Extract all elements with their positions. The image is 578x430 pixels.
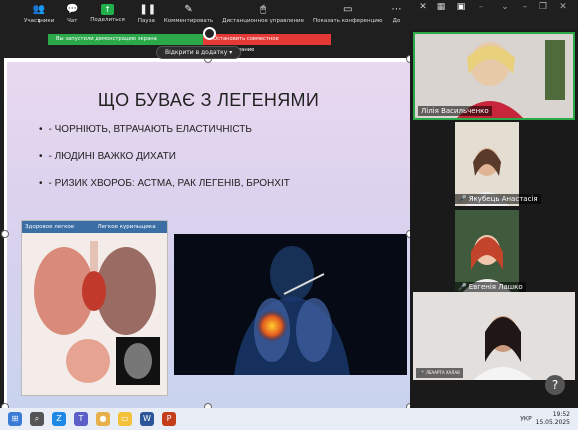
- folder-icon[interactable]: ▭: [118, 412, 132, 426]
- pause-button[interactable]: ❚❚ Пауза: [137, 4, 157, 24]
- remote-control-button[interactable]: 🖱 Дистанционное управление: [222, 4, 304, 24]
- participant-name-text: Якубець Анастасія: [468, 195, 538, 203]
- lungs-comparison-image: Здоровое легкое Легкое курильщика: [21, 220, 168, 396]
- participant-name: 🎤 ЛЕААРТА ХАЛАВ: [416, 368, 463, 378]
- powerpoint-icon[interactable]: P: [162, 412, 176, 426]
- pause-icon: ❚❚: [139, 4, 157, 15]
- participant-name-row: 🎤 Якубець Анастасія: [413, 192, 575, 204]
- more-icon: ⋯: [391, 4, 402, 15]
- more-button[interactable]: ⋯ До: [390, 4, 404, 24]
- show-conference-label: Показать конференцию: [313, 18, 383, 24]
- smoker-lungs-image: [174, 234, 407, 375]
- minimize-icon[interactable]: –: [474, 2, 488, 14]
- more-label: До: [392, 18, 401, 24]
- stop-sharing-button[interactable]: Остановить совместное использование: [203, 34, 331, 53]
- pause-label: Пауза: [137, 18, 155, 24]
- chrome-icon[interactable]: ●: [96, 412, 110, 426]
- annotate-button[interactable]: ✎ Комментировать: [164, 4, 213, 24]
- participants-panel: Лілія Васильченко 🎤 Якубець Анастасія 🎤 Ев…: [410, 30, 578, 408]
- muted-mic-icon: 🎤: [419, 370, 424, 375]
- chevron-down-icon[interactable]: ⌄: [498, 2, 512, 14]
- muted-mic-icon: 🎤: [458, 195, 467, 203]
- clock: 19:52 15.05.2025: [536, 411, 570, 427]
- lungs-illustration: [34, 241, 160, 385]
- video-icon: ▭: [343, 4, 353, 15]
- view-icon[interactable]: ▣: [454, 2, 468, 14]
- close-window-icon[interactable]: ✕: [556, 2, 570, 14]
- selection-handle[interactable]: [1, 230, 9, 238]
- share-button[interactable]: ↑ Поделиться: [90, 4, 125, 23]
- participant-name-row: 🎤 Евгенія Лашко: [413, 280, 575, 292]
- participant-tile[interactable]: Лілія Васильченко: [413, 32, 575, 120]
- bullet-item: - ЛЮДИНІ ВАЖКО ДИХАТИ: [39, 151, 290, 162]
- sharing-status: Вы запустили демонстрацию экрана: [48, 34, 203, 45]
- search-icon[interactable]: ⌕: [30, 412, 44, 426]
- muted-mic-icon: 🎤: [458, 283, 467, 291]
- system-tray: УКР 19:52 15.05.2025: [520, 411, 570, 427]
- participants-button[interactable]: 👥4 Участники: [24, 4, 55, 25]
- clock-time: 19:52: [552, 411, 570, 418]
- participant-tile[interactable]: 🎤 ЛЕААРТА ХАЛАВ: [413, 292, 575, 380]
- start-icon[interactable]: ⊞: [8, 412, 22, 426]
- open-in-app-label: Відкрити в додатку: [165, 49, 228, 56]
- participants-icon: 👥4: [32, 4, 46, 25]
- remote-control-label: Дистанционное управление: [222, 18, 305, 24]
- bullet-item: - РИЗИК ХВОРОБ: АСТМА, РАК ЛЕГЕНІВ, БРОН…: [39, 178, 290, 189]
- participants-label: Участники: [24, 18, 55, 24]
- share-label: Поделиться: [90, 17, 125, 23]
- smoker-xray-illustration: [234, 246, 350, 375]
- participant-video: [413, 292, 575, 380]
- presentation-slide: ЩО БУВАЄ З ЛЕГЕНЯМИ - ЧОРНІЮТЬ, ВТРАЧАЮТ…: [7, 62, 410, 408]
- annotate-label: Комментировать: [163, 18, 214, 24]
- participant-name-text: ЛЕААРТА ХАЛАВ: [425, 370, 460, 375]
- mouse-icon: 🖱: [260, 4, 267, 15]
- clock-date: 15.05.2025: [535, 419, 570, 426]
- word-icon[interactable]: W: [140, 412, 154, 426]
- chat-button[interactable]: 💬 Чат: [65, 4, 79, 24]
- zoom-ring-icon: [203, 27, 216, 40]
- restore-window-icon[interactable]: ❐: [536, 2, 550, 14]
- windows-taskbar: ⊞ ⌕ Z T ● ▭ W P УКР 19:52 15.05.2025: [0, 408, 578, 430]
- sharing-banner: Вы запустили демонстрацию экрана Останов…: [48, 34, 331, 53]
- participant-name: 🎤 Евгенія Лашко: [455, 282, 526, 292]
- share-arrow-icon: ↑: [101, 4, 115, 15]
- participant-name-text: Евгенія Лашко: [468, 283, 523, 291]
- help-button[interactable]: ?: [545, 375, 565, 395]
- teams-icon[interactable]: T: [74, 412, 88, 426]
- open-in-app-button[interactable]: Відкрити в додатку ▾: [156, 46, 242, 59]
- minimize-window-icon[interactable]: –: [518, 2, 532, 14]
- chat-label: Чат: [67, 18, 78, 24]
- show-conference-button[interactable]: ▭ Показать конференцию: [313, 4, 382, 24]
- close-icon[interactable]: ✕: [416, 2, 430, 14]
- language-indicator: УКР: [520, 415, 532, 423]
- grid-icon[interactable]: ▦: [434, 2, 448, 14]
- chat-icon: 💬: [66, 4, 79, 15]
- participant-name: Лілія Васильченко: [418, 106, 492, 116]
- slide-title: ЩО БУВАЄ З ЛЕГЕНЯМИ: [97, 90, 320, 110]
- pencil-icon: ✎: [184, 4, 193, 15]
- participant-name: 🎤 Якубець Анастасія: [455, 194, 541, 204]
- slide-bullets: - ЧОРНІЮТЬ, ВТРАЧАЮТЬ ЕЛАСТИЧНІСТЬ - ЛЮД…: [39, 124, 290, 205]
- window-controls: ✕ ▦ ▣ – ⌄ – ❐ ✕: [410, 0, 578, 32]
- bullet-item: - ЧОРНІЮТЬ, ВТРАЧАЮТЬ ЕЛАСТИЧНІСТЬ: [39, 124, 290, 135]
- zoom-window: 👥4 Участники 💬 Чат ↑ Поделиться ❚❚ Пауза…: [0, 0, 578, 430]
- zoom-app-icon[interactable]: Z: [52, 412, 66, 426]
